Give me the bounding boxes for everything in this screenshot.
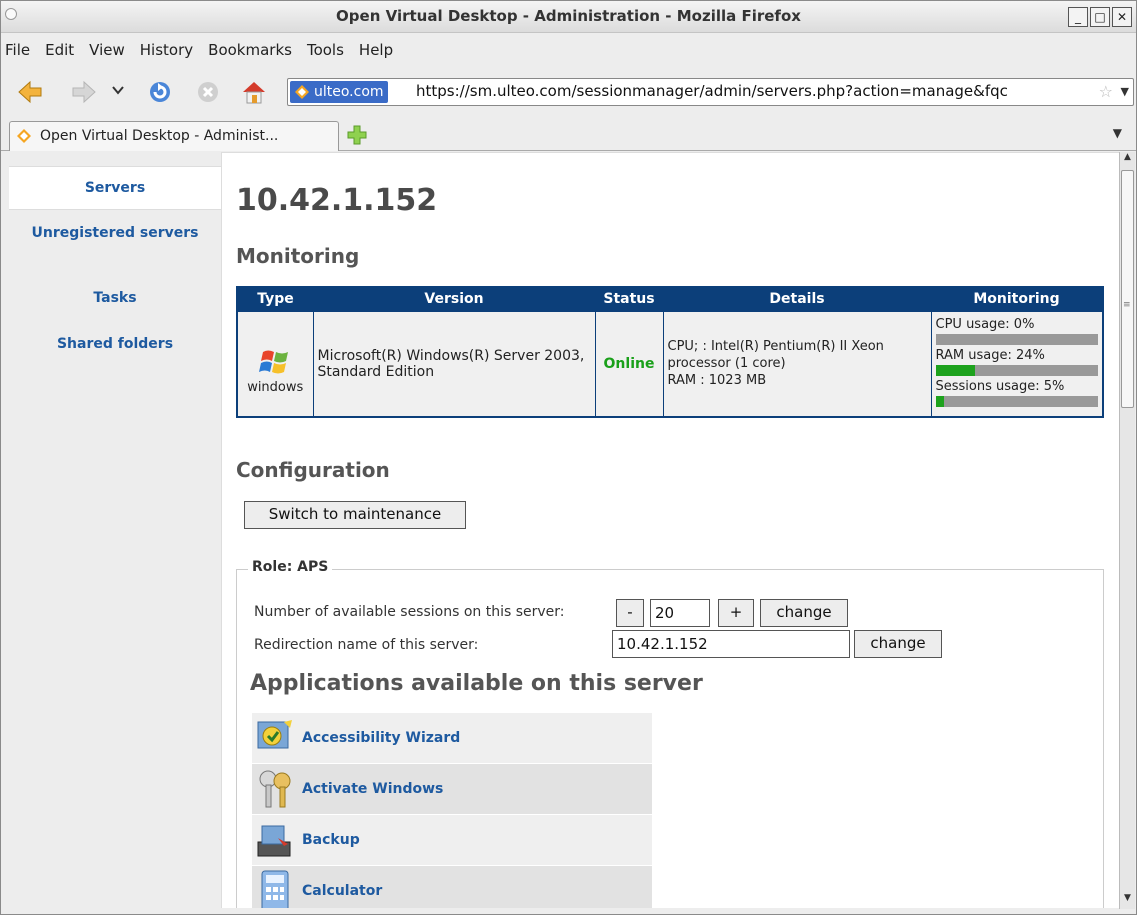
os-type-label: windows bbox=[247, 380, 304, 396]
back-icon[interactable] bbox=[17, 79, 43, 105]
cpu-usage-label: CPU usage: 0% bbox=[935, 317, 1035, 333]
site-identity-button[interactable]: ulteo.com bbox=[290, 81, 388, 103]
type-cell: windows bbox=[236, 310, 314, 418]
scrollbar-grip-icon: ≡ bbox=[1123, 300, 1131, 310]
scroll-down-arrow-icon[interactable]: ▼ bbox=[1120, 893, 1135, 909]
details-cpu: CPU; : Intel(R) Pentium(R) II Xeon proce… bbox=[667, 339, 884, 372]
forward-icon[interactable] bbox=[71, 79, 97, 105]
version-cell: Microsoft(R) Windows(R) Server 2003, Sta… bbox=[312, 310, 596, 418]
ram-usage-bar bbox=[935, 365, 1098, 377]
list-item[interactable]: Activate Windows bbox=[252, 764, 652, 815]
tab-bar: Open Virtual Desktop - Administ... ▼ bbox=[1, 117, 1136, 151]
menu-history[interactable]: History bbox=[140, 41, 193, 59]
menu-file[interactable]: File bbox=[5, 41, 30, 59]
details-cell: CPU; : Intel(R) Pentium(R) II Xeon proce… bbox=[662, 310, 932, 418]
new-tab-plus-icon[interactable] bbox=[347, 125, 367, 145]
ulteo-favicon-icon bbox=[17, 129, 31, 143]
backup-icon bbox=[257, 825, 291, 857]
sidebar-item-tasks[interactable]: Tasks bbox=[9, 290, 221, 306]
status-badge: Online bbox=[594, 310, 664, 418]
vertical-scrollbar[interactable]: ▲ ≡ ▼ bbox=[1119, 152, 1135, 909]
list-item[interactable]: Backup bbox=[252, 815, 652, 866]
stop-icon[interactable] bbox=[195, 79, 221, 105]
menu-view[interactable]: View bbox=[89, 41, 125, 59]
keys-icon bbox=[259, 770, 291, 808]
sessions-usage-label: Sessions usage: 5% bbox=[935, 379, 1065, 395]
menu-tools[interactable]: Tools bbox=[307, 41, 344, 59]
window-title: Open Virtual Desktop - Administration - … bbox=[336, 7, 801, 25]
sidebar-item-shared-folders[interactable]: Shared folders bbox=[9, 336, 221, 352]
reload-icon[interactable] bbox=[147, 79, 173, 105]
configuration-heading: Configuration bbox=[236, 458, 390, 482]
table-row: windows Microsoft(R) Windows(R) Server 2… bbox=[236, 310, 1104, 418]
site-favicon-icon bbox=[295, 85, 309, 99]
header-monitoring: Monitoring bbox=[931, 287, 1103, 311]
details-ram: RAM : 1023 MB bbox=[667, 373, 767, 389]
header-version: Version bbox=[313, 287, 595, 311]
header-status: Status bbox=[595, 287, 663, 311]
sessions-usage-bar bbox=[935, 396, 1098, 408]
redirection-name-label: Redirection name of this server: bbox=[254, 637, 479, 653]
menu-bookmarks[interactable]: Bookmarks bbox=[208, 41, 292, 59]
list-item[interactable]: Accessibility Wizard bbox=[252, 713, 652, 764]
app-label-accessibility-wizard[interactable]: Accessibility Wizard bbox=[302, 730, 460, 746]
monitoring-heading: Monitoring bbox=[236, 244, 360, 268]
main-panel: 10.42.1.152 Monitoring Type Version Stat… bbox=[221, 152, 1119, 908]
role-legend: Role: APS bbox=[248, 559, 333, 575]
url-text[interactable]: https://sm.ulteo.com/sessionmanager/admi… bbox=[416, 82, 1096, 100]
accessibility-wizard-icon bbox=[257, 720, 292, 749]
tab-list-dropdown-icon[interactable]: ▼ bbox=[1113, 126, 1122, 140]
ram-usage-label: RAM usage: 24% bbox=[935, 348, 1045, 364]
sidebar-item-unregistered-servers[interactable]: Unregistered servers bbox=[30, 224, 200, 242]
app-label-activate-windows[interactable]: Activate Windows bbox=[302, 781, 443, 797]
monitoring-table: Type Version Status Details Monitoring w… bbox=[236, 286, 1104, 418]
minimize-button[interactable]: _ bbox=[1068, 7, 1088, 27]
increment-sessions-button[interactable]: + bbox=[718, 599, 754, 627]
change-redirection-button[interactable]: change bbox=[854, 630, 942, 658]
app-label-calculator[interactable]: Calculator bbox=[302, 883, 382, 899]
redirection-name-input[interactable]: 10.42.1.152 bbox=[612, 630, 850, 658]
admin-sidebar: Servers Unregistered servers Tasks Share… bbox=[9, 152, 221, 908]
calculator-icon bbox=[261, 870, 289, 908]
change-sessions-button[interactable]: change bbox=[760, 599, 848, 627]
menu-edit[interactable]: Edit bbox=[45, 41, 74, 59]
navigation-toolbar: ulteo.com https://sm.ulteo.com/sessionma… bbox=[1, 71, 1136, 113]
page-title: 10.42.1.152 bbox=[236, 183, 438, 218]
close-button[interactable]: ✕ bbox=[1112, 7, 1132, 27]
url-bar[interactable]: ulteo.com https://sm.ulteo.com/sessionma… bbox=[287, 78, 1134, 106]
url-dropdown-icon[interactable]: ▼ bbox=[1121, 85, 1129, 98]
decrement-sessions-button[interactable]: - bbox=[616, 599, 644, 627]
history-dropdown-icon[interactable] bbox=[111, 83, 125, 97]
title-bar: Open Virtual Desktop - Administration - … bbox=[1, 1, 1136, 33]
switch-to-maintenance-button[interactable]: Switch to maintenance bbox=[244, 501, 466, 529]
page-content: Servers Unregistered servers Tasks Share… bbox=[9, 152, 1119, 908]
header-type: Type bbox=[237, 287, 313, 311]
applications-list: Accessibility Wizard Activate Windows Ba… bbox=[252, 713, 652, 908]
app-label-backup[interactable]: Backup bbox=[302, 832, 360, 848]
monitoring-cell: CPU usage: 0% RAM usage: 24% Sessions us… bbox=[930, 310, 1104, 418]
header-details: Details bbox=[663, 287, 931, 311]
sessions-count-label: Number of available sessions on this ser… bbox=[254, 604, 565, 620]
list-item[interactable]: Calculator bbox=[252, 866, 652, 908]
sidebar-item-servers[interactable]: Servers bbox=[9, 166, 221, 210]
tab-open-virtual-desktop[interactable]: Open Virtual Desktop - Administ... bbox=[9, 121, 339, 151]
sessions-count-input[interactable]: 20 bbox=[650, 599, 710, 627]
scrollbar-thumb[interactable] bbox=[1121, 170, 1134, 408]
cpu-usage-bar bbox=[935, 334, 1098, 346]
menu-bar: File Edit View History Bookmarks Tools H… bbox=[1, 34, 1136, 66]
windows-logo-icon bbox=[259, 350, 289, 374]
browser-window: Open Virtual Desktop - Administration - … bbox=[0, 0, 1137, 915]
home-icon[interactable] bbox=[241, 79, 267, 105]
menu-help[interactable]: Help bbox=[359, 41, 393, 59]
scroll-up-arrow-icon[interactable]: ▲ bbox=[1120, 152, 1135, 168]
apps-heading: Applications available on this server bbox=[250, 671, 703, 696]
tab-label: Open Virtual Desktop - Administ... bbox=[40, 128, 279, 144]
maximize-button[interactable]: □ bbox=[1090, 7, 1110, 27]
bookmark-star-icon[interactable]: ☆ bbox=[1099, 82, 1113, 101]
